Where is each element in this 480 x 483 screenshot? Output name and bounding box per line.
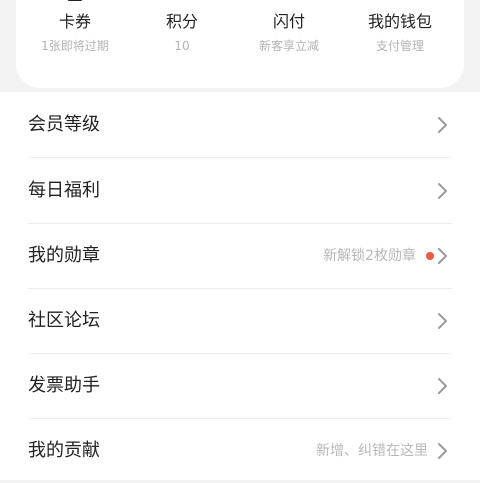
menu-item-invoice-assistant[interactable]: 发票助手 (0, 353, 480, 418)
quick-link-title: 卡券 (58, 12, 91, 31)
quick-link-title: 积分 (165, 12, 198, 31)
menu-item-hint: 新解锁2枚勋章 (323, 247, 416, 264)
menu-item-member-level[interactable]: 会员等级 (0, 92, 480, 157)
menu-item-label: 社区论坛 (28, 309, 100, 331)
quick-link-title: 我的钱包 (367, 12, 432, 31)
points-icon (172, 0, 192, 6)
menu-item-label: 我的贡献 (28, 439, 100, 461)
menu-item-my-medals[interactable]: 我的勋章 新解锁2枚勋章 (0, 223, 480, 288)
quick-link-subtitle: 新客享立减 (258, 39, 319, 53)
chevron-right-icon (436, 377, 448, 395)
menu-item-community-forum[interactable]: 社区论坛 (0, 288, 480, 353)
menu-item-my-contributions[interactable]: 我的贡献 新增、纠错在这里 (0, 418, 480, 483)
menu-item-label: 发票助手 (28, 374, 100, 396)
card-ticket-icon (65, 0, 85, 6)
menu-item-label: 会员等级 (28, 113, 100, 135)
quick-link-wallet[interactable]: 我的钱包 支付管理 (340, 0, 460, 60)
quick-link-flash-pay[interactable]: 闪付 新客享立减 (229, 0, 349, 60)
chevron-right-icon (436, 247, 448, 265)
menu-item-label: 我的勋章 (28, 244, 100, 266)
menu-list: 会员等级 每日福利 我的勋章 新解锁2枚勋章 社区论坛 发票助手 我的贡献 新增… (0, 92, 480, 480)
menu-item-hint: 新增、纠错在这里 (316, 442, 428, 459)
new-badge-dot (426, 251, 434, 260)
quick-link-points[interactable]: 积分 10 (122, 0, 242, 60)
quick-link-subtitle: 10 (174, 39, 190, 53)
quick-link-subtitle: 1张即将过期 (41, 39, 109, 53)
menu-item-daily-benefits[interactable]: 每日福利 (0, 158, 480, 223)
chevron-right-icon (436, 442, 448, 460)
wallet-icon (390, 0, 410, 6)
quick-link-coupons[interactable]: 卡券 1张即将过期 (15, 0, 135, 60)
chevron-right-icon (436, 182, 448, 200)
chevron-right-icon (436, 312, 448, 330)
menu-item-label: 每日福利 (28, 179, 100, 201)
quick-links-row: 卡券 1张即将过期 积分 10 闪付 新客享立减 我的钱包 支付管理 (0, 0, 480, 70)
quick-link-subtitle: 支付管理 (375, 39, 424, 53)
quick-link-title: 闪付 (272, 12, 305, 31)
chevron-right-icon (436, 116, 448, 134)
flash-pay-icon (279, 0, 299, 6)
